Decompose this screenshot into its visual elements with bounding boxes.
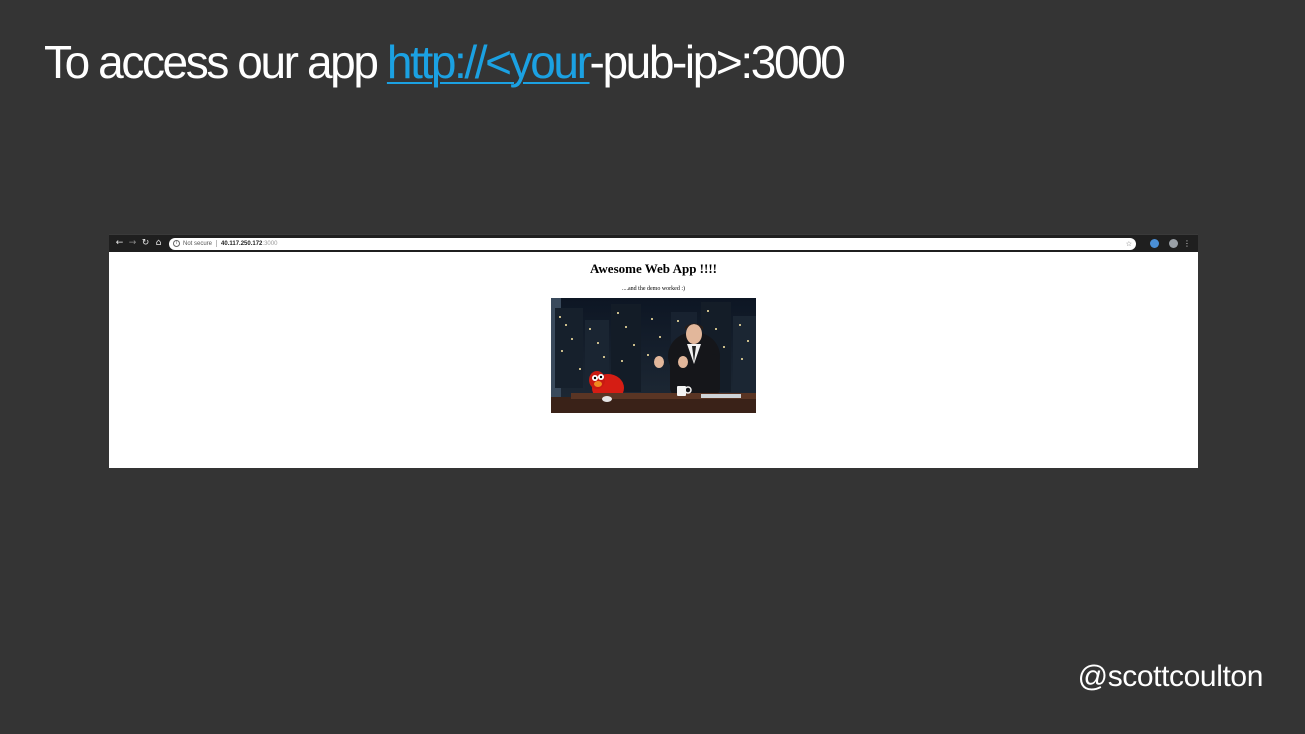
title-prefix: To access our app [44,36,387,88]
info-icon[interactable]: i [173,240,180,247]
title-suffix: -pub-ip>:3000 [589,36,846,88]
demo-gif-image [551,298,756,413]
page-subtext: ....and the demo worked :) [622,286,685,292]
reload-icon[interactable]: ↻ [139,237,152,250]
footer-handle: @scottcoulton [1077,660,1264,693]
web-page: Awesome Web App !!!! ....and the demo wo… [109,252,1198,468]
profile-icon[interactable] [1169,239,1178,248]
url-port: :3000 [262,240,278,247]
slide-title: To access our app http://<your-pub-ip>:3… [44,36,846,89]
url-host: 40.117.250.172 [221,240,263,247]
security-label: Not secure [183,240,213,247]
home-icon[interactable]: ⌂ [152,237,165,250]
address-bar[interactable]: i Not secure 40.117.250.172:3000 ☆ [169,237,1136,250]
page-heading: Awesome Web App !!!! [590,261,717,276]
title-link[interactable]: http://<your [387,36,592,88]
back-arrow-icon[interactable]: ← [113,237,126,250]
address-separator [216,240,218,247]
browser-toolbar: ← → ↻ ⌂ i Not secure 40.117.250.172:3000… [109,234,1198,252]
forward-arrow-icon[interactable]: → [126,237,139,250]
bookmark-star-icon[interactable]: ☆ [1126,240,1132,248]
browser-screenshot: ← → ↻ ⌂ i Not secure 40.117.250.172:3000… [109,234,1198,468]
menu-dots-icon[interactable]: ⋮ [1183,239,1191,248]
extension-icon[interactable] [1150,239,1159,248]
